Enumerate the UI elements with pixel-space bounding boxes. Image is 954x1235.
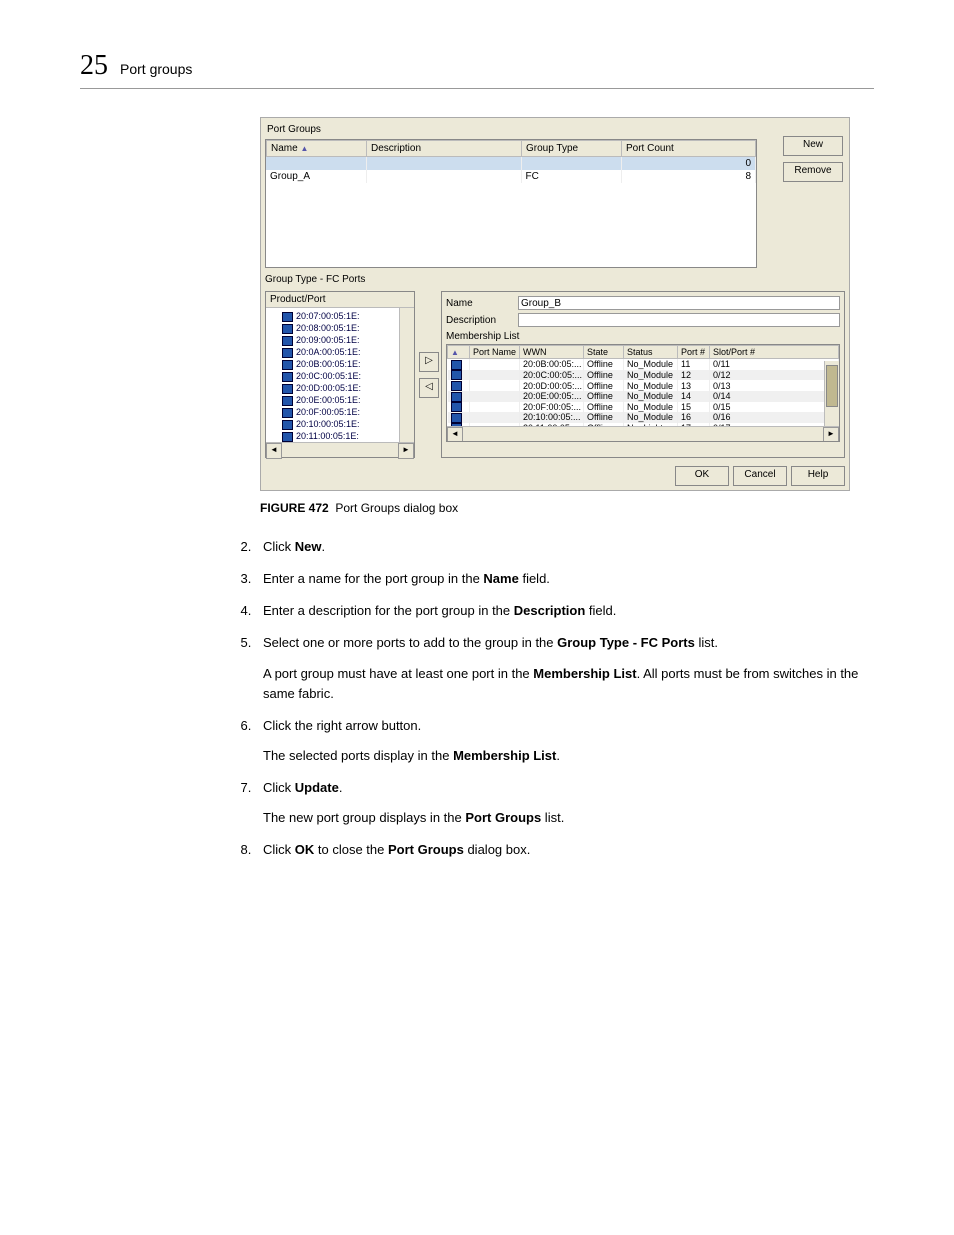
tree-header: Product/Port: [266, 292, 414, 308]
tree-item[interactable]: 20:0A:00:05:1E:: [268, 346, 412, 358]
port-icon: [282, 420, 293, 430]
port-icon: [282, 432, 293, 442]
remove-button[interactable]: Remove: [783, 162, 843, 182]
port-icon: [451, 413, 462, 423]
membership-list-table[interactable]: ▲Port NameWWNStateStatusPort #Slot/Port …: [446, 344, 840, 442]
port-icon: [282, 408, 293, 418]
ok-button[interactable]: OK: [675, 466, 729, 486]
port-icon: [451, 381, 462, 391]
tree-item[interactable]: 20:0F:00:05:1E:: [268, 406, 412, 418]
scrollbar[interactable]: [824, 361, 839, 427]
port-icon: [282, 312, 293, 322]
table-row[interactable]: 20:0F:00:05:...OfflineNo_Module150/15: [448, 402, 839, 413]
scroll-left-icon[interactable]: ◄: [447, 427, 463, 442]
tree-item[interactable]: 20:10:00:05:1E:: [268, 418, 412, 430]
description-field[interactable]: [518, 313, 840, 327]
table-row[interactable]: 20:0D:00:05:...OfflineNo_Module130/13: [448, 380, 839, 391]
port-icon: [451, 402, 462, 412]
port-icon: [282, 396, 293, 406]
port-icon: [282, 360, 293, 370]
port-icon: [282, 336, 293, 346]
col-name[interactable]: Name ▲: [267, 141, 367, 157]
port-icon: [282, 348, 293, 358]
tree-item[interactable]: 20:07:00:05:1E:: [268, 310, 412, 322]
scrollbar[interactable]: [399, 308, 414, 442]
chapter-title: Port groups: [120, 61, 192, 77]
step-8: Click OK to close the Port Groups dialog…: [255, 840, 874, 860]
port-icon: [282, 324, 293, 334]
description-label: Description: [446, 315, 510, 326]
page-header: 25 Port groups: [80, 50, 874, 89]
dialog-title: Port Groups: [265, 122, 845, 139]
step-7: Click Update. The new port group display…: [255, 778, 874, 828]
chapter-number: 25: [80, 50, 108, 82]
move-left-button[interactable]: ◁: [419, 378, 439, 398]
name-label: Name: [446, 298, 510, 309]
table-row[interactable]: 20:10:00:05:...OfflineNo_Module160/16: [448, 412, 839, 423]
scroll-left-icon[interactable]: ◄: [266, 443, 282, 459]
step-4: Enter a description for the port group i…: [255, 601, 874, 621]
product-port-tree[interactable]: Product/Port 20:07:00:05:1E:20:08:00:05:…: [265, 291, 415, 458]
help-button[interactable]: Help: [791, 466, 845, 486]
tree-item[interactable]: 20:08:00:05:1E:: [268, 322, 412, 334]
table-row[interactable]: Group_A FC 8: [266, 170, 756, 183]
tree-item[interactable]: 20:0E:00:05:1E:: [268, 394, 412, 406]
membership-list-label: Membership List: [446, 331, 840, 342]
table-row[interactable]: 20:0C:00:05:...OfflineNo_Module120/12: [448, 370, 839, 381]
port-groups-dialog: Port Groups New Remove Update Name ▲ Des…: [260, 117, 850, 491]
tree-item[interactable]: 20:09:00:05:1E:: [268, 334, 412, 346]
step-2: Click New.: [255, 537, 874, 557]
col-count[interactable]: Port Count: [622, 141, 756, 157]
port-icon: [282, 384, 293, 394]
tree-item[interactable]: 20:0D:00:05:1E:: [268, 382, 412, 394]
scroll-right-icon[interactable]: ►: [398, 443, 414, 459]
step-5: Select one or more ports to add to the g…: [255, 633, 874, 703]
port-groups-table[interactable]: Name ▲ Description Group Type Port Count: [265, 139, 757, 268]
tree-item[interactable]: 20:0B:00:05:1E:: [268, 358, 412, 370]
port-icon: [451, 360, 462, 370]
name-field[interactable]: [518, 296, 840, 310]
table-row[interactable]: 0: [266, 157, 756, 170]
move-right-button[interactable]: ▷: [419, 352, 439, 372]
cancel-button[interactable]: Cancel: [733, 466, 787, 486]
step-3: Enter a name for the port group in the N…: [255, 569, 874, 589]
col-desc[interactable]: Description: [367, 141, 522, 157]
port-icon: [282, 372, 293, 382]
table-row[interactable]: 20:0E:00:05:...OfflineNo_Module140/14: [448, 391, 839, 402]
tree-item[interactable]: 20:0C:00:05:1E:: [268, 370, 412, 382]
col-type[interactable]: Group Type: [522, 141, 622, 157]
step-6: Click the right arrow button. The select…: [255, 716, 874, 766]
figure-caption: FIGURE 472 Port Groups dialog box: [260, 501, 874, 515]
table-row[interactable]: 20:0B:00:05:...OfflineNo_Module110/11: [448, 359, 839, 370]
scroll-right-icon[interactable]: ►: [823, 427, 839, 442]
new-button[interactable]: New: [783, 136, 843, 156]
group-type-label: Group Type - FC Ports: [265, 274, 845, 285]
port-icon: [451, 392, 462, 402]
port-icon: [451, 370, 462, 380]
tree-item[interactable]: 20:11:00:05:1E:: [268, 430, 412, 442]
